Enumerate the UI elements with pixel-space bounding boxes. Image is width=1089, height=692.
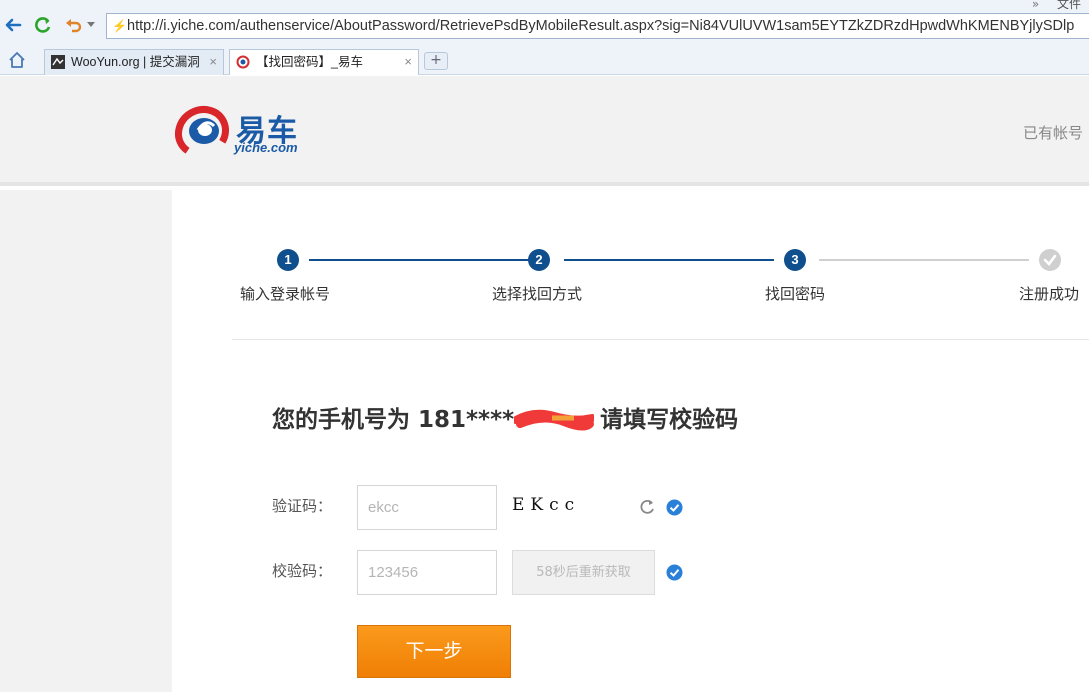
tab-title: WooYun.org | 提交漏洞 <box>71 55 200 69</box>
logo-subtext: yiche.com <box>234 140 298 155</box>
tab-bar: WooYun.org | 提交漏洞 × 【找回密码】_易车 × + <box>0 47 1089 75</box>
yiche-favicon-icon <box>236 55 250 69</box>
tab-yiche[interactable]: 【找回密码】_易车 × <box>229 49 419 75</box>
step-3-marker: 3 <box>784 249 806 271</box>
close-tab-icon[interactable]: × <box>205 50 217 74</box>
step-1-label: 输入登录帐号 <box>240 285 331 303</box>
step-connector <box>309 259 529 261</box>
step-1-marker: 1 <box>277 249 299 271</box>
step-connector <box>564 259 774 261</box>
undo-icon[interactable] <box>63 14 85 36</box>
captcha-refresh-icon[interactable] <box>638 498 656 516</box>
heading-suffix: 请填写校验码 <box>600 407 739 433</box>
page-heading: 您的手机号为 181**** 9请填写校验码 <box>272 400 738 434</box>
captcha-image[interactable]: EKcc <box>512 495 602 525</box>
back-arrow-icon[interactable] <box>2 14 24 36</box>
close-tab-icon[interactable]: × <box>404 50 412 74</box>
home-icon[interactable] <box>8 51 26 73</box>
next-step-button[interactable]: 下一步 <box>357 625 511 678</box>
menu-area: » 文件 <box>1032 0 1081 12</box>
step-2-marker: 2 <box>528 249 550 271</box>
left-gutter <box>0 190 172 692</box>
overflow-menu[interactable]: » <box>1032 0 1039 11</box>
verify-label: 校验码： <box>272 562 333 580</box>
url-text: http://i.yiche.com/authenservice/AboutPa… <box>127 18 1075 34</box>
captcha-label: 验证码： <box>272 497 333 515</box>
step-4-label: 注册成功 <box>1019 285 1080 303</box>
captcha-input[interactable]: ekcc <box>357 485 497 530</box>
wooyun-favicon-icon <box>51 55 65 69</box>
verify-code-input[interactable]: 123456 <box>357 550 497 595</box>
check-icon <box>666 499 683 516</box>
undo-dropdown-icon[interactable] <box>84 14 98 36</box>
step-2-label: 选择找回方式 <box>492 285 583 303</box>
site-header: 易车 yiche.com 已有帐号 <box>0 76 1089 186</box>
main-content: 1 2 3 输入登录帐号 选择找回方式 找回密码 注册成功 您的手机号为 181… <box>172 190 1089 692</box>
yiche-logo[interactable]: 易车 yiche.com <box>174 104 314 160</box>
logo-swirl-icon <box>174 105 230 159</box>
heading-phone-prefix: 您的手机号为 181**** <box>272 407 515 433</box>
new-tab-button[interactable]: + <box>424 52 448 70</box>
tab-title: 【找回密码】_易车 <box>256 55 363 69</box>
check-icon <box>666 564 683 581</box>
browser-toolbar: ⚡ http://i.yiche.com/authenservice/About… <box>0 0 1089 46</box>
redaction-scribble <box>512 406 597 432</box>
step-connector <box>819 259 1029 261</box>
address-bar[interactable]: ⚡ http://i.yiche.com/authenservice/About… <box>106 13 1089 39</box>
resend-code-button[interactable]: 58秒后重新获取 <box>512 550 655 595</box>
reload-icon[interactable] <box>32 14 54 36</box>
browser-chrome: ⚡ http://i.yiche.com/authenservice/About… <box>0 0 1089 75</box>
step-4-check-icon <box>1039 249 1061 271</box>
tab-wooyun[interactable]: WooYun.org | 提交漏洞 × <box>44 49 224 75</box>
have-account-link[interactable]: 已有帐号 <box>1023 122 1083 143</box>
step-3-label: 找回密码 <box>765 285 826 303</box>
file-menu[interactable]: 文件 <box>1057 0 1081 11</box>
divider <box>232 339 1089 340</box>
bolt-icon: ⚡ <box>112 19 127 33</box>
